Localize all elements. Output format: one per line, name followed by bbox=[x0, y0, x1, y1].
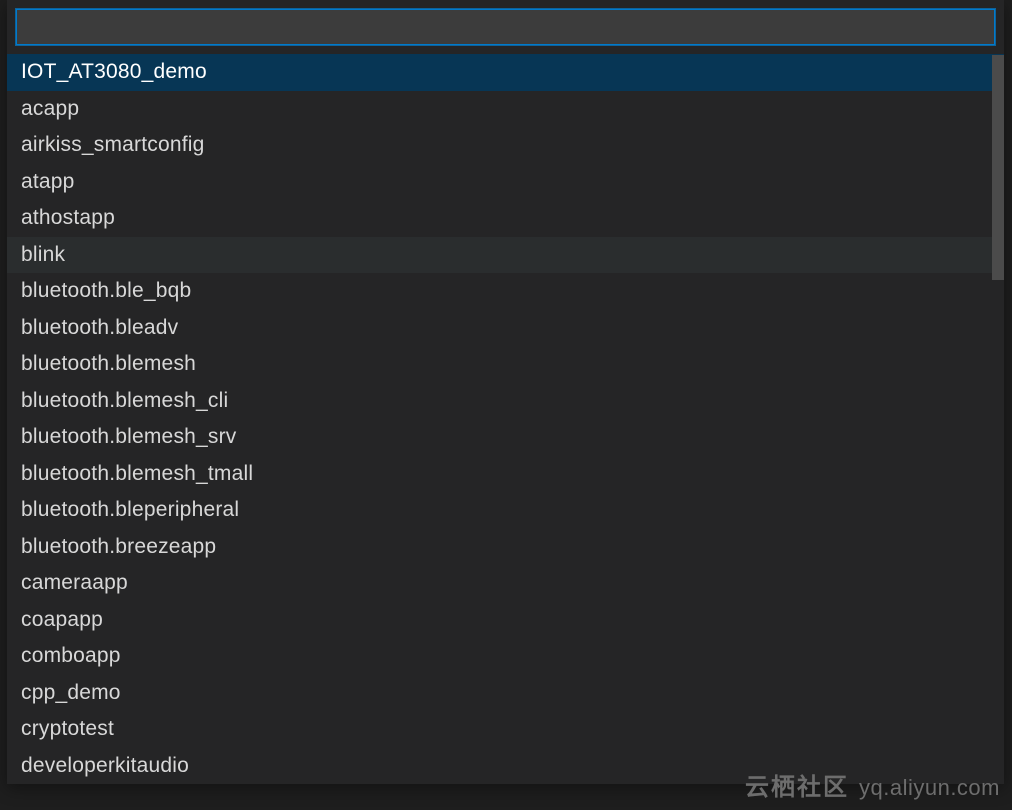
list-item[interactable]: bluetooth.blemesh_cli bbox=[7, 383, 1004, 420]
list-item-label: bluetooth.blemesh bbox=[21, 352, 196, 376]
list-item-label: bluetooth.blemesh_srv bbox=[21, 425, 237, 449]
list-item[interactable]: bluetooth.bleadv bbox=[7, 310, 1004, 347]
list-item[interactable]: bluetooth.blemesh_srv bbox=[7, 419, 1004, 456]
list-item[interactable]: bluetooth.blemesh_tmall bbox=[7, 456, 1004, 493]
list-item[interactable]: bluetooth.bleperipheral bbox=[7, 492, 1004, 529]
list-item[interactable]: athostapp bbox=[7, 200, 1004, 237]
filter-input-wrap bbox=[7, 0, 1004, 54]
list-item-label: bluetooth.blemesh_tmall bbox=[21, 462, 253, 486]
list-item[interactable]: developerkitaudio bbox=[7, 748, 1004, 785]
list-item[interactable]: acapp bbox=[7, 91, 1004, 128]
list-item-label: IOT_AT3080_demo bbox=[21, 60, 207, 84]
list-item[interactable]: comboapp bbox=[7, 638, 1004, 675]
list-item[interactable]: bluetooth.ble_bqb bbox=[7, 273, 1004, 310]
list-item-label: bluetooth.ble_bqb bbox=[21, 279, 191, 303]
list-item[interactable]: IOT_AT3080_demo bbox=[7, 54, 1004, 91]
list-item-label: coapapp bbox=[21, 608, 103, 632]
list-item-label: bluetooth.bleadv bbox=[21, 316, 178, 340]
list-item[interactable]: airkiss_smartconfig bbox=[7, 127, 1004, 164]
list-item-label: cameraapp bbox=[21, 571, 128, 595]
quickpick-list: IOT_AT3080_demoacapp airkiss_smartconfiga… bbox=[7, 54, 1004, 784]
list-item[interactable]: atapp bbox=[7, 164, 1004, 201]
list-item[interactable]: bluetooth.breezeapp bbox=[7, 529, 1004, 566]
list-item-label: acapp bbox=[21, 97, 79, 121]
list-item-label: bluetooth.breezeapp bbox=[21, 535, 216, 559]
quickpick-panel: IOT_AT3080_demoacapp airkiss_smartconfiga… bbox=[7, 0, 1004, 784]
list-item-label: bluetooth.blemesh_cli bbox=[21, 389, 228, 413]
list-item[interactable]: cpp_demo bbox=[7, 675, 1004, 712]
list-item-label: cryptotest bbox=[21, 717, 114, 741]
list-item-label: developerkitaudio bbox=[21, 754, 189, 778]
list-item-label: blink bbox=[21, 243, 65, 267]
list-item-label: athostapp bbox=[21, 206, 115, 230]
list-item-label: cpp_demo bbox=[21, 681, 121, 705]
list-item-label: atapp bbox=[21, 170, 75, 194]
list-item[interactable]: coapapp bbox=[7, 602, 1004, 639]
list-item[interactable]: cryptotest bbox=[7, 711, 1004, 748]
scrollbar-thumb[interactable] bbox=[992, 55, 1004, 280]
list-item-label: bluetooth.bleperipheral bbox=[21, 498, 239, 522]
list-item[interactable]: bluetooth.blemesh bbox=[7, 346, 1004, 383]
filter-input[interactable] bbox=[15, 8, 996, 46]
list-item[interactable]: blink bbox=[7, 237, 1004, 274]
list-item[interactable]: cameraapp bbox=[7, 565, 1004, 602]
list-item-label: airkiss_smartconfig bbox=[21, 133, 205, 157]
list-item-label: comboapp bbox=[21, 644, 121, 668]
